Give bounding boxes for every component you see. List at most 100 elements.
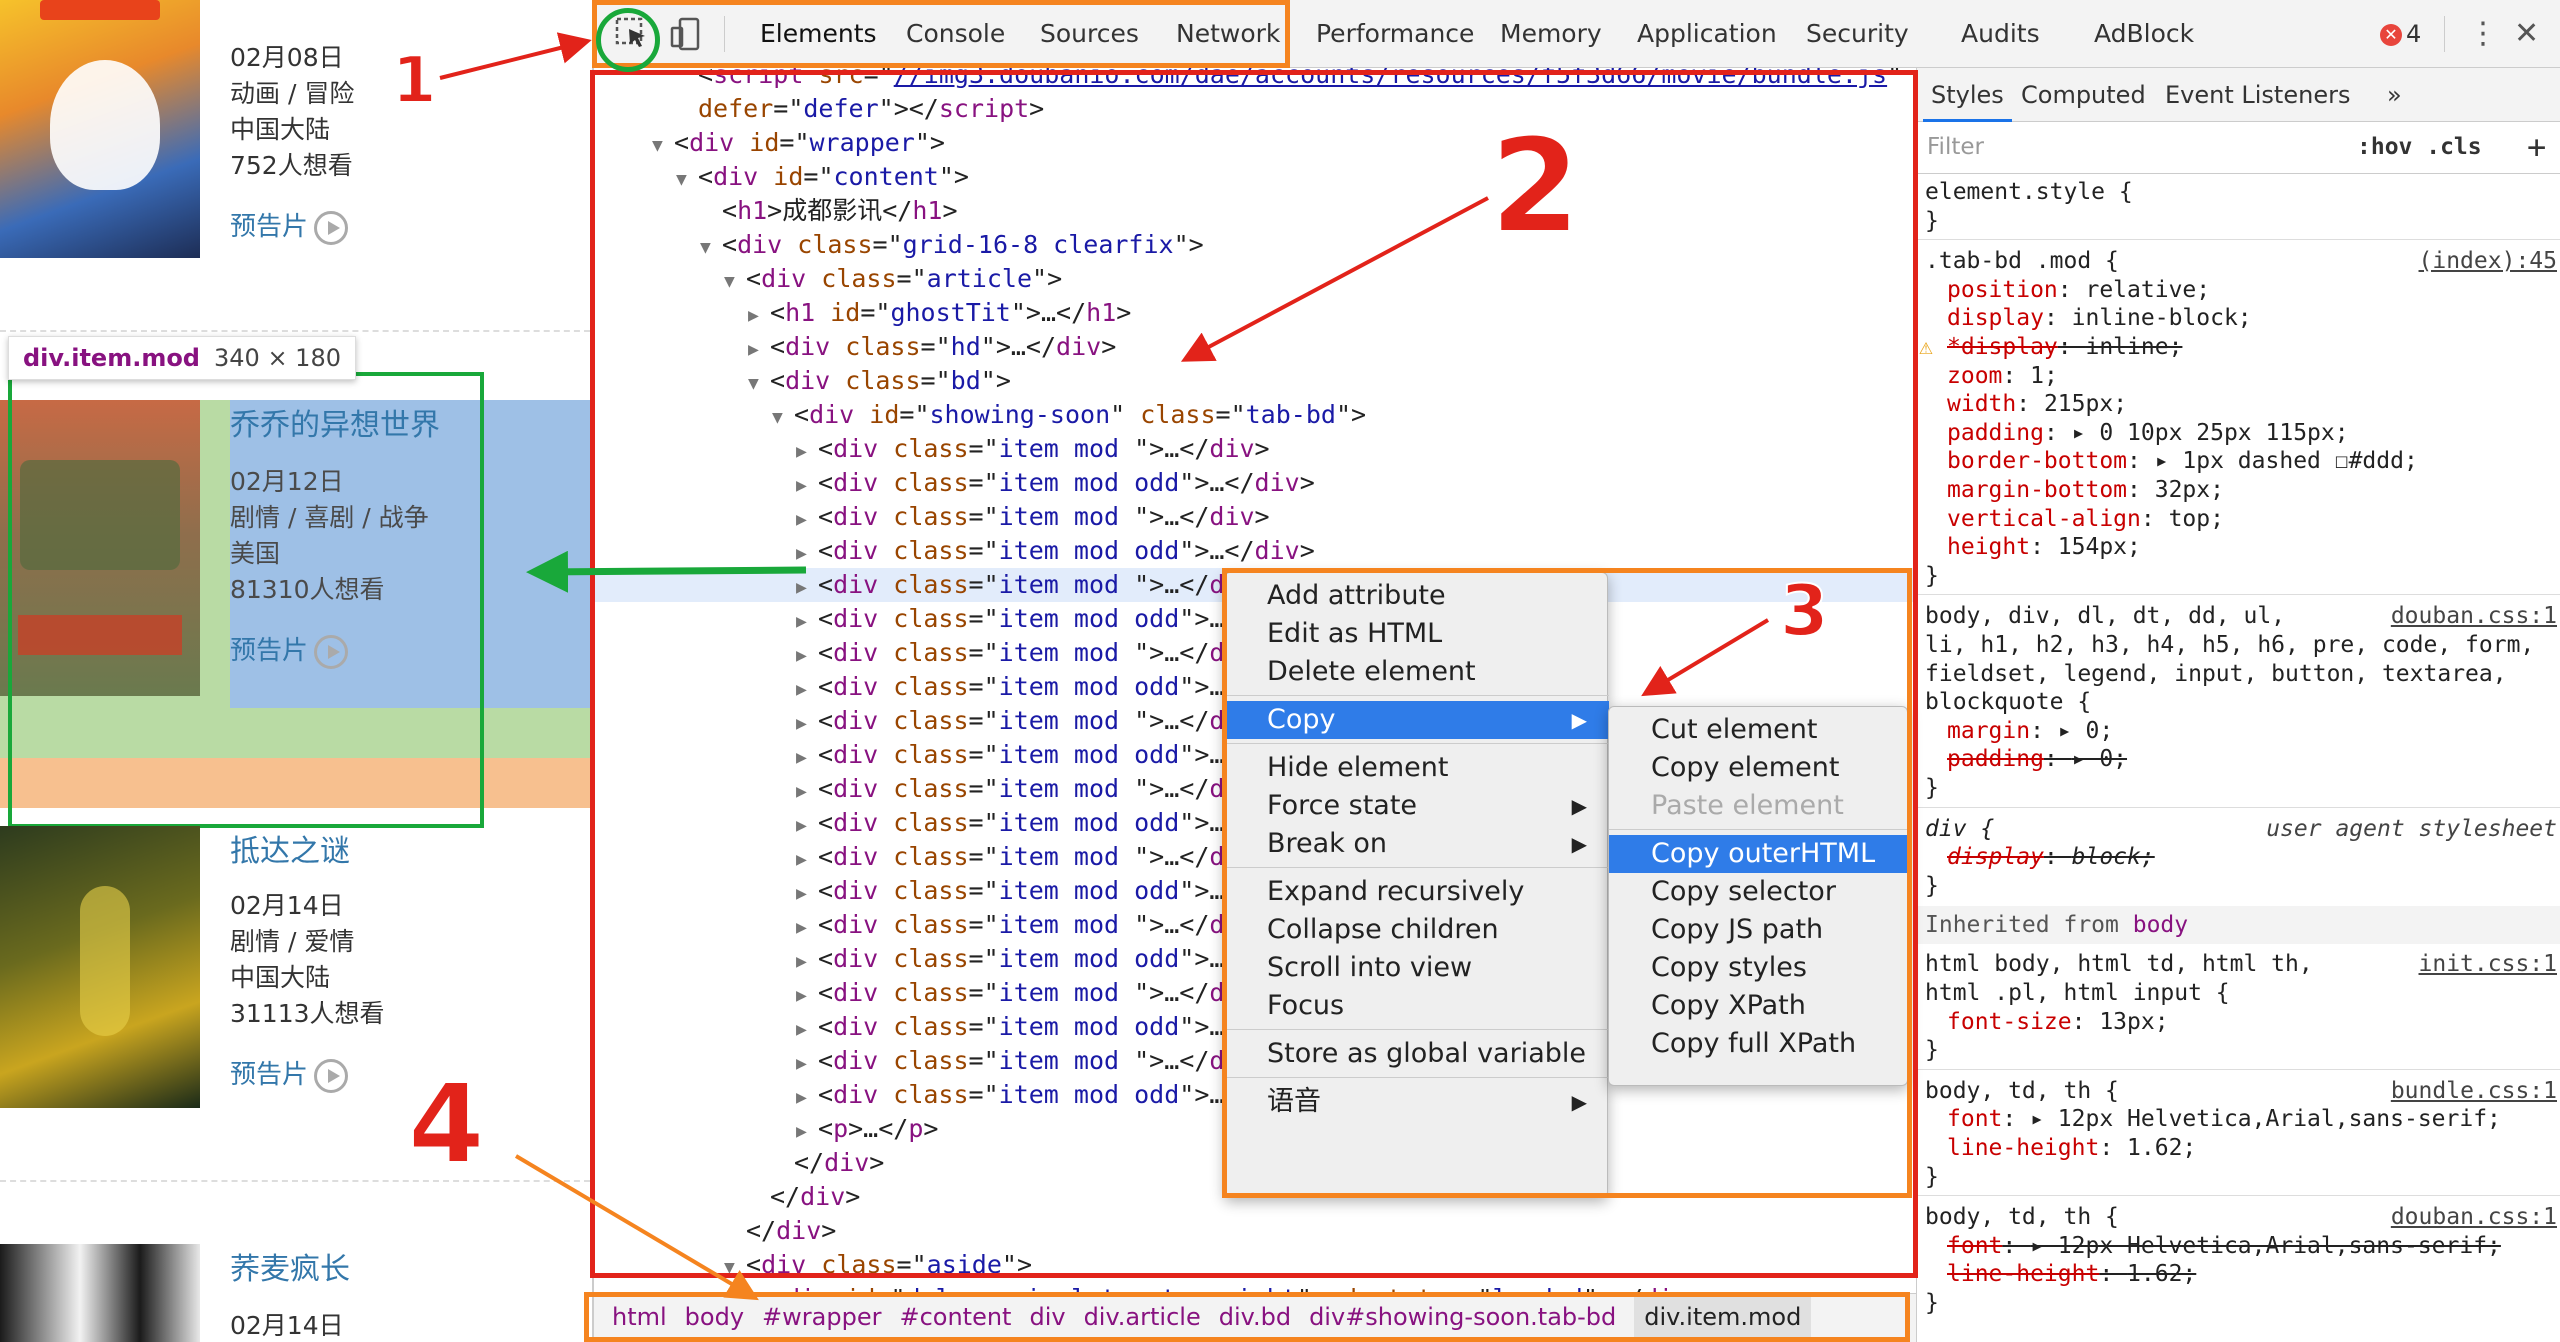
trailer-link[interactable]: 预告片: [230, 1054, 349, 1093]
rule-close-brace: }: [1925, 872, 1939, 899]
annotation-green-box: [8, 372, 484, 828]
property-name[interactable]: display: [1947, 305, 2044, 331]
property-value[interactable]: relative;: [2085, 277, 2210, 303]
property-value[interactable]: 1.62;: [2127, 1135, 2196, 1161]
rule-separator: [1917, 1195, 2560, 1197]
property-name[interactable]: width: [1947, 391, 2016, 417]
release-date: 02月14日: [230, 891, 344, 920]
tab-adblock[interactable]: AdBlock: [2094, 0, 2194, 68]
property-value[interactable]: block;: [2072, 844, 2155, 870]
rule-source-link[interactable]: init.css:1: [2419, 950, 2557, 978]
element-tooltip: div.item.mod 340 × 180: [8, 336, 356, 380]
css-property: vertical-align: top;: [1947, 505, 2224, 532]
property-name[interactable]: zoom: [1947, 363, 2002, 389]
property-value[interactable]: 215px;: [2044, 391, 2127, 417]
css-property: zoom: 1;: [1947, 362, 2058, 389]
css-property: width: 215px;: [1947, 391, 2128, 418]
property-name[interactable]: *display: [1947, 334, 2058, 360]
movie-poster[interactable]: [0, 826, 200, 1108]
filter-input[interactable]: Filter: [1927, 134, 1984, 160]
property-value[interactable]: 13px;: [2099, 1009, 2168, 1035]
css-property: margin: ▸ 0;: [1947, 717, 2114, 744]
property-name[interactable]: font: [1947, 1233, 2002, 1259]
property-name[interactable]: margin: [1947, 718, 2030, 744]
rule-close-brace: }: [1925, 775, 1939, 801]
css-selector: element.style {: [1925, 179, 2133, 205]
warning-icon: ⚠: [1919, 334, 1933, 360]
tooltip-size: 340 × 180: [214, 344, 341, 372]
tab-security[interactable]: Security: [1806, 0, 1909, 68]
css-property: position: relative;: [1947, 276, 2211, 303]
rule-source-link[interactable]: douban.css:1: [2391, 602, 2557, 630]
property-value[interactable]: ▸ 1px dashed ☐#ddd;: [2155, 448, 2418, 474]
error-counter[interactable]: ✕ 4: [2380, 20, 2421, 48]
styles-filter-bar: Filter :hov .cls +: [1917, 122, 2560, 174]
movie-title[interactable]: 荞麦疯长: [230, 1244, 350, 1288]
property-name[interactable]: height: [1947, 534, 2030, 560]
property-value[interactable]: ▸ 12px Helvetica,Arial,sans-serif;: [2030, 1233, 2501, 1259]
poster-figure: [80, 886, 130, 1036]
css-selector: body, div, dl, dt, dd, ul,: [1925, 603, 2286, 630]
css-property: padding: ▸ 0;: [1947, 746, 2128, 773]
close-icon[interactable]: ✕: [2514, 14, 2539, 54]
divider: [0, 1180, 590, 1182]
property-value[interactable]: inline;: [2085, 334, 2182, 360]
property-value[interactable]: 1.62;: [2127, 1261, 2196, 1287]
property-value[interactable]: ▸ 0 10px 25px 115px;: [2072, 420, 2349, 446]
release-date: 02月08日: [230, 43, 344, 72]
property-name[interactable]: position: [1947, 277, 2058, 303]
error-icon: ✕: [2380, 24, 2402, 46]
property-name[interactable]: line-height: [1947, 1135, 2099, 1161]
property-value[interactable]: 154px;: [2058, 534, 2141, 560]
property-name[interactable]: padding: [1947, 420, 2044, 446]
css-property: height: 154px;: [1947, 534, 2141, 561]
css-property: ⚠ *display: inline;: [1919, 334, 2183, 360]
property-value[interactable]: ▸ 12px Helvetica,Arial,sans-serif;: [2030, 1106, 2501, 1132]
tab-memory[interactable]: Memory: [1500, 0, 1602, 68]
rule-source-link[interactable]: bundle.css:1: [2391, 1077, 2557, 1105]
movie-poster[interactable]: [0, 0, 200, 258]
rule-source-link[interactable]: douban.css:1: [2391, 1203, 2557, 1231]
annotation-circle-inspect: [596, 8, 660, 72]
movie-poster[interactable]: [0, 1244, 200, 1342]
css-selector: fieldset, legend, input, button, textare…: [1925, 660, 2507, 687]
property-name[interactable]: font-size: [1947, 1009, 2072, 1035]
kebab-menu-icon[interactable]: ⋮: [2468, 14, 2498, 54]
movie-title[interactable]: 抵达之谜: [230, 826, 350, 870]
property-name[interactable]: display: [1947, 844, 2044, 870]
genre: 剧情 / 爱情: [230, 927, 355, 956]
tooltip-selector: div.item.mod: [23, 344, 200, 372]
property-value[interactable]: 32px;: [2155, 477, 2224, 503]
tab-audits[interactable]: Audits: [1961, 0, 2040, 68]
property-value[interactable]: inline-block;: [2072, 305, 2252, 331]
property-value[interactable]: ▸ 0;: [2058, 718, 2113, 744]
want-count: 752人想看: [230, 151, 353, 180]
property-value[interactable]: top;: [2169, 506, 2224, 532]
inherited-element[interactable]: body: [2133, 912, 2188, 938]
rule-source-link[interactable]: (index):45: [2419, 247, 2557, 275]
property-name[interactable]: padding: [1947, 746, 2044, 772]
property-name[interactable]: margin-bottom: [1947, 477, 2127, 503]
tab-event-listeners[interactable]: Event Listeners: [2165, 68, 2350, 122]
rule-close-brace: }: [1925, 1163, 1939, 1190]
property-value[interactable]: 1;: [2030, 363, 2058, 389]
more-tabs-icon[interactable]: »: [2387, 68, 2402, 122]
new-rule-icon[interactable]: +: [2527, 128, 2546, 166]
rule-separator: [1917, 1068, 2560, 1070]
tab-styles[interactable]: Styles: [1923, 68, 2012, 122]
tab-application[interactable]: Application: [1637, 0, 1777, 68]
annotation-number-1: 1: [391, 43, 438, 119]
annotation-number-2: 2: [1489, 109, 1581, 263]
hov-cls-toggle[interactable]: :hov .cls: [2357, 134, 2482, 160]
tab-computed[interactable]: Computed: [2021, 68, 2146, 122]
property-name[interactable]: vertical-align: [1947, 506, 2141, 532]
property-name[interactable]: font: [1947, 1106, 2002, 1132]
web-page: 02月08日 动画 / 冒险 中国大陆 752人想看 预告片 乔乔的异想世界 0…: [0, 0, 590, 1342]
tab-performance[interactable]: Performance: [1316, 0, 1474, 68]
trailer-link[interactable]: 预告片: [230, 206, 349, 245]
css-property: font: ▸ 12px Helvetica,Arial,sans-serif;: [1947, 1232, 2501, 1259]
annotation-box-menu: [1222, 568, 1912, 1198]
property-name[interactable]: line-height: [1947, 1261, 2099, 1287]
property-value[interactable]: ▸ 0;: [2072, 746, 2127, 772]
property-name[interactable]: border-bottom: [1947, 448, 2127, 474]
